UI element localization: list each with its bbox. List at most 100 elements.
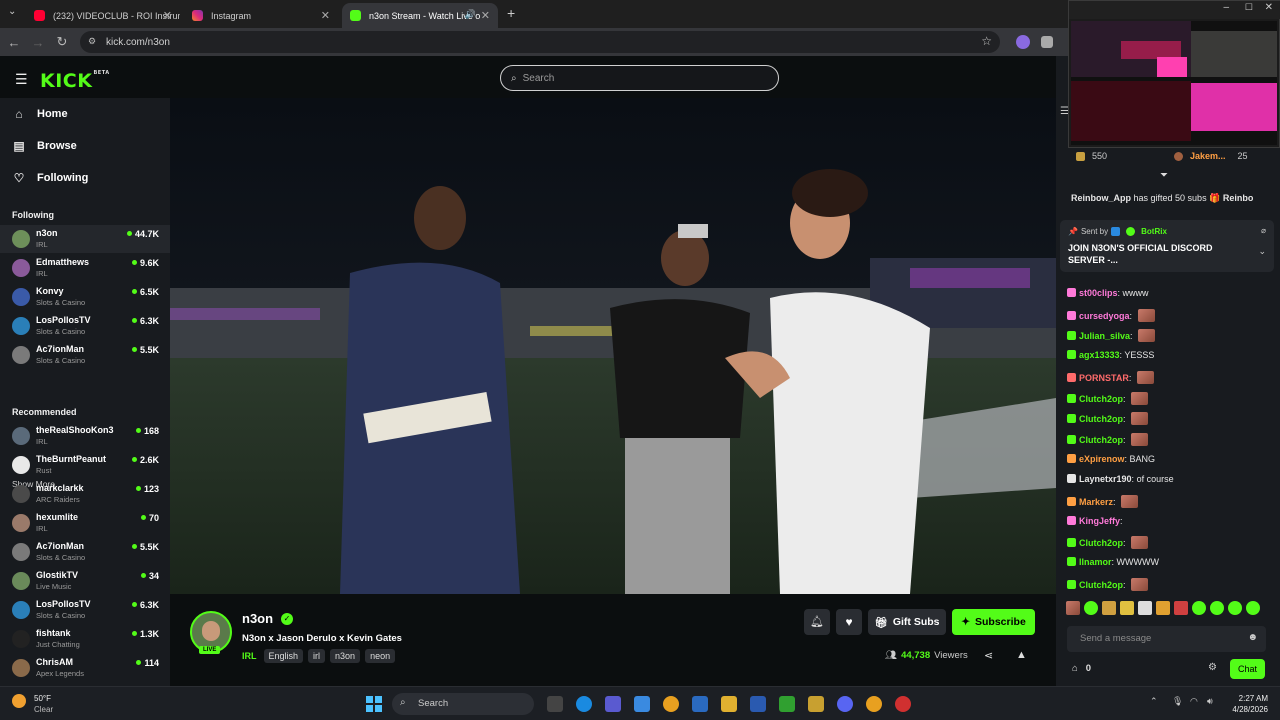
expand-icon[interactable]: ⌄ xyxy=(1258,246,1266,257)
channel-name[interactable]: n3on xyxy=(242,611,273,626)
sidebar-channel[interactable]: markclarkk ARC Raiders 123 xyxy=(0,480,170,508)
sidebar-channel[interactable]: GlostikTV Live Music 34 xyxy=(0,567,170,595)
xbox-icon[interactable] xyxy=(779,696,795,712)
sidebar-channel[interactable]: LosPollosTV Slots & Casino 6.3K xyxy=(0,596,170,624)
channel-points[interactable]: ⌂ 0 xyxy=(1072,663,1091,674)
site-info-icon[interactable]: ⚙ xyxy=(88,36,96,47)
windows-start-icon[interactable] xyxy=(366,696,382,712)
speaker-icon[interactable]: 🔊 xyxy=(465,9,476,20)
chat-username[interactable]: KingJeffy xyxy=(1079,516,1120,526)
chat-message[interactable]: agx13333: YESSS xyxy=(1067,350,1154,360)
chat-message[interactable]: st00clips: wwww xyxy=(1067,288,1149,298)
chat-username[interactable]: PORNSTAR xyxy=(1079,373,1129,383)
emote-icon[interactable] xyxy=(1192,601,1206,615)
sidebar-channel[interactable]: hexumlite IRL 70 xyxy=(0,509,170,537)
chrome-icon[interactable] xyxy=(866,696,882,712)
tag[interactable]: neon xyxy=(365,649,396,663)
minimize-icon[interactable]: – xyxy=(1223,2,1229,13)
notification-bell-button[interactable]: 🔔︎ xyxy=(804,609,830,635)
store-icon[interactable] xyxy=(692,696,708,712)
chat-username[interactable]: Clutch2op xyxy=(1079,414,1123,424)
chat-username[interactable]: Markerz xyxy=(1079,497,1113,507)
chat-message[interactable]: Clutch2op: xyxy=(1067,391,1149,405)
clock-time[interactable]: 2:27 AM xyxy=(1232,694,1268,703)
report-icon[interactable]: ▲ xyxy=(1016,649,1027,661)
chat-message[interactable]: Clutch2op: xyxy=(1067,536,1149,550)
chat-message-input[interactable]: Send a message ☻ xyxy=(1067,626,1266,652)
chat-username[interactable]: Clutch2op xyxy=(1079,435,1123,445)
kick-logo[interactable]: KICKBETA xyxy=(40,70,110,92)
chat-message[interactable]: PORNSTAR: xyxy=(1067,370,1154,384)
sidebar-channel[interactable]: LosPollosTV Slots & Casino 6.3K xyxy=(0,312,170,340)
bookmark-star-icon[interactable]: ☆ xyxy=(981,34,992,48)
picture-in-picture-window[interactable]: – ☐ ✕ xyxy=(1068,0,1280,148)
extensions-puzzle-icon[interactable] xyxy=(1041,36,1053,48)
weather-temp[interactable]: 50°F xyxy=(34,694,51,703)
nav-browse[interactable]: ▤ Browse xyxy=(12,139,76,153)
chat-message[interactable]: KingJeffy: xyxy=(1067,515,1123,526)
chat-message[interactable]: Laynetxr190: of course xyxy=(1067,474,1174,484)
sidebar-channel[interactable]: ChrisAM Apex Legends 114 xyxy=(0,654,170,682)
browser-tab[interactable]: (232) VIDEOCLUB - ROI Instrum ✕ xyxy=(26,3,180,28)
chat-username[interactable]: eXpirenow xyxy=(1079,454,1125,464)
file-explorer-icon[interactable] xyxy=(721,696,737,712)
discord-icon[interactable] xyxy=(837,696,853,712)
emote-icon[interactable] xyxy=(1084,601,1098,615)
sidebar-channel[interactable]: fishtank Just Chatting 1.3K xyxy=(0,625,170,653)
reload-icon[interactable]: ↻ xyxy=(50,34,74,50)
video-player[interactable] xyxy=(170,98,1056,594)
browser-tab[interactable]: Instagram ✕ xyxy=(184,3,338,28)
extension-icon[interactable] xyxy=(1016,35,1030,49)
sidebar-channel[interactable]: Konvy Slots & Casino 6.5K xyxy=(0,283,170,311)
chat-username[interactable]: cursedyoga xyxy=(1079,311,1130,321)
chat-username[interactable]: agx13333 xyxy=(1079,350,1120,360)
app-icon[interactable] xyxy=(808,696,824,712)
chat-message[interactable]: eXpirenow: BANG xyxy=(1067,453,1155,464)
edge-icon[interactable] xyxy=(576,696,592,712)
close-icon[interactable]: ✕ xyxy=(1265,2,1273,13)
chat-username[interactable]: st00clips xyxy=(1079,288,1118,298)
back-icon[interactable]: ← xyxy=(2,35,26,50)
nav-home[interactable]: ⌂ Home xyxy=(12,107,67,121)
follow-button[interactable]: ♥ xyxy=(836,609,862,635)
sidebar-channel[interactable]: Ac7ionMan Slots & Casino 5.5K xyxy=(0,341,170,369)
chat-message[interactable]: Clutch2op: xyxy=(1067,577,1149,591)
unpin-icon[interactable]: ⌀ xyxy=(1261,226,1266,235)
new-tab-button[interactable]: + xyxy=(507,5,515,21)
emote-icon[interactable] xyxy=(1066,601,1080,615)
browser-tab-active[interactable]: n3on Stream - Watch Live o 🔊 ✕ xyxy=(342,3,498,28)
subscribe-button[interactable]: ✦ Subscribe xyxy=(952,609,1035,635)
tray-chevron-icon[interactable]: ⌃ xyxy=(1150,696,1158,707)
emote-icon[interactable] xyxy=(1210,601,1224,615)
emoji-icon[interactable]: ☻ xyxy=(1247,632,1258,643)
chat-username[interactable]: Clutch2op xyxy=(1079,580,1123,590)
tag[interactable]: irl xyxy=(308,649,326,663)
copilot-icon[interactable] xyxy=(634,696,650,712)
emote-icon[interactable] xyxy=(1246,601,1260,615)
chat-message[interactable]: Clutch2op: xyxy=(1067,412,1149,426)
emote-icon[interactable] xyxy=(1156,601,1170,615)
tag[interactable]: n3on xyxy=(330,649,361,663)
emote-icon[interactable] xyxy=(1174,601,1188,615)
sidebar-channel[interactable]: Ac7ionMan Slots & Casino 5.5K xyxy=(0,538,170,566)
app-icon[interactable] xyxy=(750,696,766,712)
nav-following[interactable]: ♡ Following xyxy=(12,171,89,185)
chat-settings-icon[interactable]: ⚙ xyxy=(1208,662,1217,673)
chrome-icon[interactable] xyxy=(663,696,679,712)
emote-icon[interactable] xyxy=(1228,601,1242,615)
close-icon[interactable]: ✕ xyxy=(321,9,330,22)
chat-username[interactable]: Clutch2op xyxy=(1079,394,1123,404)
taskbar-search[interactable]: ⌕ Search xyxy=(392,693,534,715)
close-icon[interactable]: ✕ xyxy=(481,9,490,22)
maximize-icon[interactable]: ☐ xyxy=(1245,2,1253,13)
emote-icon[interactable] xyxy=(1138,601,1152,615)
url-field[interactable]: ⚙ kick.com/n3on ☆ xyxy=(80,31,1000,53)
chat-username[interactable]: Julian_silva xyxy=(1079,331,1130,341)
collapse-icon[interactable]: ⏷ xyxy=(1160,170,1168,181)
category-link[interactable]: IRL xyxy=(242,649,257,663)
chat-message[interactable]: llnamor: WWWWW xyxy=(1067,557,1159,567)
sidebar-channel[interactable]: theRealShooKon3 IRL 168 xyxy=(0,422,170,450)
tab-search-icon[interactable]: ⌄ xyxy=(8,6,16,17)
microphone-icon[interactable]: 🎙︎ xyxy=(1172,696,1183,707)
close-icon[interactable]: ✕ xyxy=(163,9,172,22)
